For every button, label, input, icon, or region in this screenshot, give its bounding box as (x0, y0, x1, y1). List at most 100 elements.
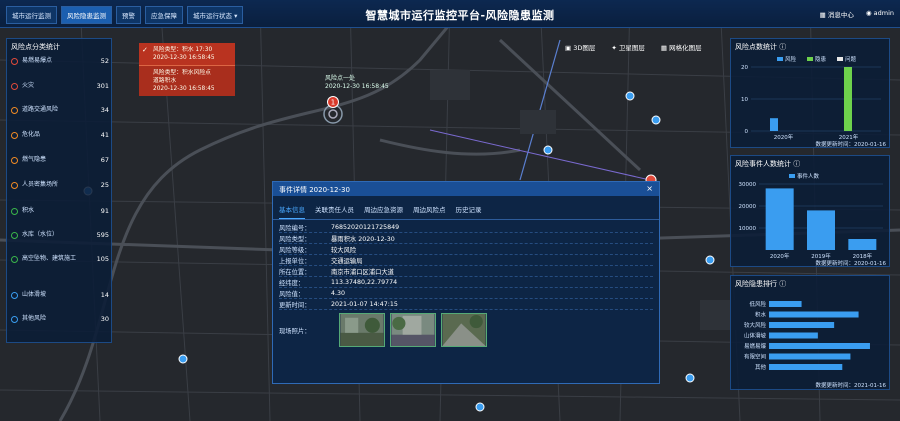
chart-bar[interactable] (807, 210, 835, 250)
status-dot-icon (11, 58, 18, 65)
alert-line: 风险类型：积水 17:30 (153, 47, 213, 53)
chevron-down-icon: ▾ (234, 12, 238, 20)
y-tick-label: 30000 (739, 182, 757, 188)
chart-bar[interactable] (769, 311, 859, 318)
site-photo[interactable] (390, 313, 436, 347)
y-tick-label: 10 (741, 97, 748, 103)
chart-bar[interactable] (769, 353, 851, 360)
risk-category-label: 山体滑坡 (22, 291, 47, 298)
risk-category-count: 41 (100, 131, 109, 139)
nav-item-warning[interactable]: 预警 (116, 6, 141, 24)
risk-category-item[interactable]: 燃气隐患 67 (11, 156, 111, 164)
check-icon: ✓ (142, 46, 148, 54)
y-tick-label: 有限空间 (744, 353, 766, 361)
tab-responsible-people[interactable]: 关联责任人员 (315, 204, 354, 219)
risk-category-label: 道路交通风险 (22, 106, 59, 113)
site-photo[interactable] (339, 313, 385, 347)
nav-item-emergency[interactable]: 应急保障 (145, 6, 183, 24)
user-icon: ◉ (865, 9, 874, 17)
top-bar: 城市运行监测 风险隐患监测 预警 应急保障 城市运行状态 ▾ 智慧城市运行监控平… (0, 0, 900, 28)
chart-bar[interactable] (769, 301, 802, 307)
layer-satellite-button[interactable]: ✦ 卫星图层 (611, 42, 645, 52)
risk-category-item[interactable]: 人员密集场所 25 (11, 181, 111, 189)
chart-footer: 数据更新时间：2020-01-16 (816, 259, 887, 266)
risk-category-item[interactable]: 山体滑坡 14 (11, 291, 111, 299)
risk-count-chart-title: 风险点数统计 ⓘ (731, 39, 889, 55)
alert-item[interactable]: 风险类型：积水风险点 道路积水 2020-12-30 16:58:45 (139, 65, 235, 96)
risk-category-label: 积水 (22, 207, 35, 214)
risk-category-count: 301 (96, 82, 109, 90)
map-marker-popup: 风险点一处 2020-12-30 16:58:45 (325, 75, 389, 91)
chart-bar[interactable] (844, 67, 852, 131)
risk-category-item[interactable]: 积水 91 (11, 207, 111, 215)
detail-row: 更新时间： 2021-01-07 14:47:15 (279, 299, 653, 310)
risk-category-label: 人员密集场所 (22, 181, 59, 188)
risk-category-item[interactable]: 高空坠物、建筑施工 105 (11, 255, 111, 263)
detail-value: 暴雨积水 2020-12-30 (331, 235, 395, 243)
risk-marker-icon[interactable]: 1 (320, 96, 346, 128)
topbar-right: ▦ 消息中心 ◉ admin (820, 9, 894, 19)
nav-item-city-monitoring[interactable]: 城市运行监测 (6, 6, 57, 24)
risk-category-count: 67 (100, 156, 109, 164)
alert-item[interactable]: ✓ 风险类型：积水 17:30 2020-12-30 16:58:45 (139, 43, 235, 65)
chart-bar[interactable] (848, 239, 877, 250)
chart-bar[interactable] (769, 322, 835, 328)
detail-value: 4.30 (331, 289, 346, 297)
layer-grid-button[interactable]: ▦ 网格化图层 (661, 42, 702, 52)
map-layer-switcher: ▣ 3D图层 ✦ 卫星图层 ▦ 网格化图层 (565, 42, 702, 52)
detail-value: 113.37480,22.79774 (331, 278, 398, 286)
x-tick-label: 2018年 (853, 252, 873, 260)
layer-grid-label: 网格化图层 (669, 44, 702, 52)
close-icon[interactable]: × (646, 184, 653, 193)
chart-bar[interactable] (765, 188, 794, 250)
cube-icon: ▣ (565, 44, 574, 52)
x-tick-label: 2020年 (774, 133, 794, 141)
detail-value: 交通运输局 (331, 257, 363, 265)
risk-category-count: 25 (100, 181, 109, 189)
nav-item-city-status-dropdown[interactable]: 城市运行状态 ▾ (187, 6, 244, 24)
chart-bar[interactable] (770, 118, 778, 131)
modal-header: 事件详情 2020-12-30 × (273, 182, 659, 196)
risk-category-item[interactable]: 火灾 301 (11, 82, 111, 90)
photos-row: 现场照片： (279, 313, 653, 347)
alert-line: 2020-12-30 16:58:45 (153, 55, 215, 61)
user-name: admin (873, 9, 894, 17)
detail-rows: 风险编号： 76852020121725849 风险类型： 暴雨积水 2020-12… (273, 220, 659, 349)
legend-label: 风险 (785, 55, 797, 63)
risk-category-item[interactable]: 道路交通风险 34 (11, 106, 111, 114)
risk-category-label: 危化品 (22, 131, 41, 138)
chart-bar[interactable] (769, 343, 870, 349)
notifications-button[interactable]: ▦ 消息中心 (820, 9, 854, 19)
user-menu[interactable]: ◉ admin (866, 9, 894, 19)
layer-3d-button[interactable]: ▣ 3D图层 (565, 42, 595, 52)
alert-line: 道路积水 (153, 78, 177, 84)
nav-item-risk-monitoring[interactable]: 风险隐患监测 (61, 6, 112, 24)
detail-key: 风险值： (279, 290, 305, 298)
risk-category-item[interactable]: 易燃易爆点 52 (11, 57, 111, 65)
detail-key: 上报单位： (279, 257, 311, 265)
risk-category-item[interactable]: 水库（水位） 595 (11, 231, 111, 239)
detail-value: 2021-01-07 14:47:15 (331, 300, 398, 308)
detail-row: 风险等级： 较大风险 (279, 244, 653, 255)
chart-bar[interactable] (769, 332, 818, 339)
satellite-icon: ✦ (611, 44, 619, 52)
risk-category-item[interactable]: 危化品 41 (11, 131, 111, 139)
site-photo[interactable] (441, 313, 487, 347)
y-tick-label: 易燃易爆 (744, 342, 767, 350)
detail-row: 所在位置： 南京市浦口区浦口大道 (279, 266, 653, 277)
detail-row: 风险值： 4.30 (279, 288, 653, 299)
y-tick-label: 20000 (739, 204, 757, 210)
tab-basic-info[interactable]: 基本信息 (279, 204, 305, 219)
risk-category-item[interactable]: 其他风险 30 (11, 315, 111, 323)
detail-row: 风险类型： 暴雨积水 2020-12-30 (279, 233, 653, 244)
risk-count-chart-panel: 风险点数统计 ⓘ 风险 隐患 问题 20 10 0 2020年 2021年 数据更新时间：202… (730, 38, 890, 148)
tab-nearby-risks[interactable]: 周边风险点 (413, 204, 446, 219)
info-icon: ⓘ (779, 43, 787, 51)
tab-emergency-resources[interactable]: 周边应急资源 (364, 204, 403, 219)
tab-history[interactable]: 历史记录 (456, 204, 482, 219)
chart-bar[interactable] (769, 364, 843, 370)
risk-category-count: 30 (100, 315, 109, 323)
status-dot-icon (11, 132, 18, 139)
risk-category-count: 34 (100, 106, 109, 114)
risk-ranking-title-text: 风险隐患排行 (735, 280, 777, 288)
